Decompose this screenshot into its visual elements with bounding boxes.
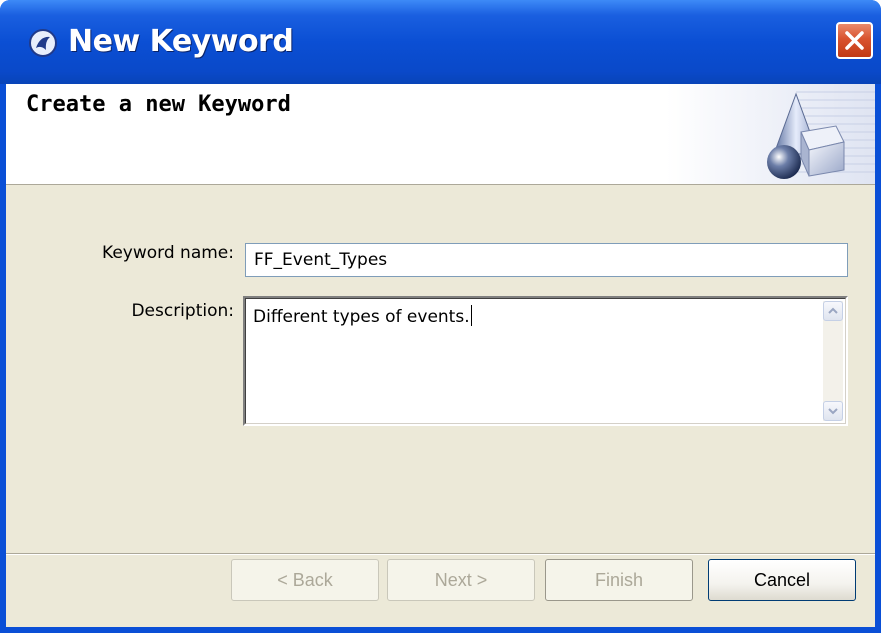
wizard-app-icon	[29, 29, 57, 57]
button-separator	[6, 553, 875, 555]
back-button[interactable]: < Back	[231, 559, 379, 601]
wizard-banner: Create a new Keyword	[6, 84, 875, 185]
description-textarea[interactable]: Different types of events.	[243, 296, 848, 426]
description-scrollbar[interactable]	[823, 301, 843, 421]
description-value: Different types of events.	[253, 307, 470, 327]
scroll-down-arrow-icon	[828, 408, 838, 415]
description-text: Different types of events.	[253, 305, 472, 327]
keyword-name-label: Keyword name:	[102, 243, 234, 263]
close-button[interactable]	[836, 22, 873, 59]
description-textarea-frame: Different types of events.	[245, 298, 846, 424]
scroll-up-button[interactable]	[823, 301, 843, 321]
text-caret	[470, 305, 472, 326]
scroll-down-button[interactable]	[823, 401, 843, 421]
geometric-shapes-banner-icon	[666, 84, 875, 184]
cancel-button[interactable]: Cancel	[708, 559, 856, 601]
window-title: New Keyword	[68, 24, 294, 59]
title-bar[interactable]: New Keyword	[0, 0, 881, 84]
description-label: Description:	[131, 301, 234, 321]
next-button[interactable]: Next >	[387, 559, 535, 601]
dialog-body: Create a new Keyword Keyword name: FF_Ev…	[6, 84, 875, 627]
finish-button[interactable]: Finish	[545, 559, 693, 601]
keyword-name-input[interactable]	[245, 243, 848, 277]
scroll-up-arrow-icon	[828, 307, 838, 314]
new-keyword-dialog: New Keyword Create a new Keyword Keyword…	[0, 0, 881, 633]
close-icon	[845, 31, 864, 50]
banner-title: Create a new Keyword	[26, 92, 291, 117]
